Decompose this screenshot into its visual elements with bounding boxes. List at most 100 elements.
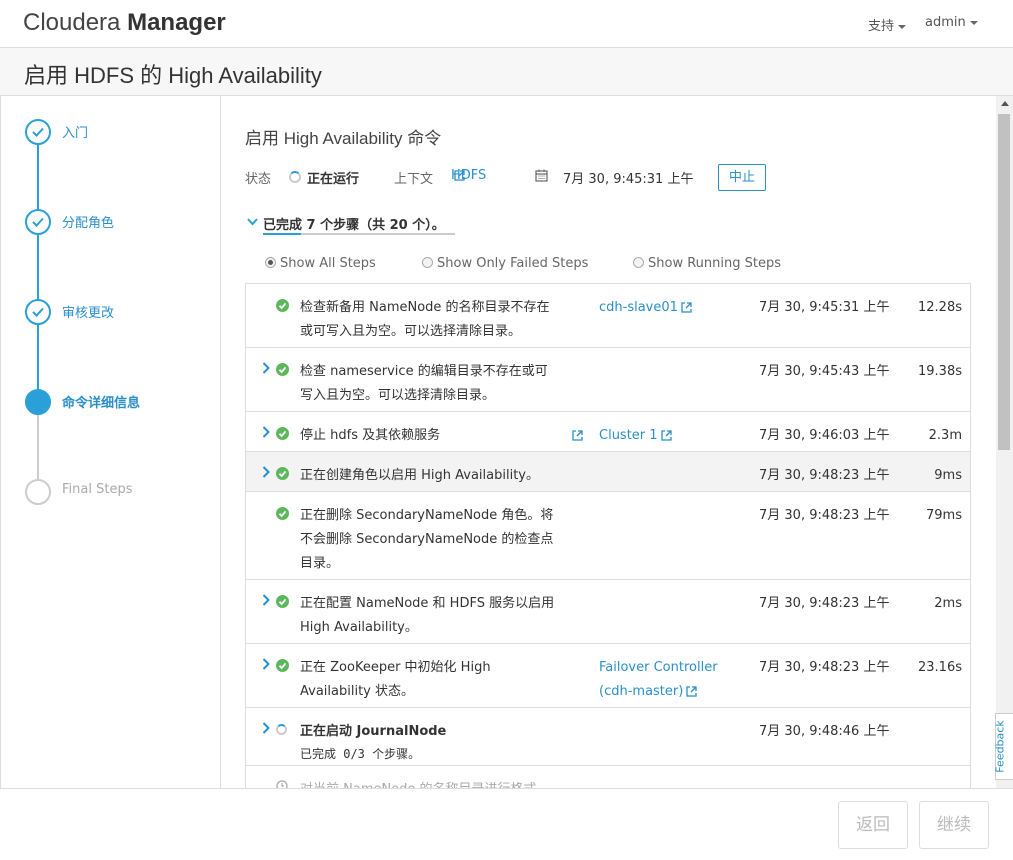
step-host: Failover Controller (cdh-master) [599, 660, 718, 699]
spinner-icon [289, 171, 301, 183]
step-description: 正在 ZooKeeper 中初始化 High Availability 状态。 [300, 660, 491, 699]
steps-table: 检查新备用 NameNode 的名称目录不存在或可写入且为空。可以选择清除目录。… [245, 283, 971, 788]
title-bar: 启用 HDFS 的 High Availability [0, 48, 1013, 96]
context-link[interactable]: HDFS [451, 168, 486, 183]
chevron-down-icon [247, 218, 258, 226]
support-menu[interactable]: 支持 [868, 15, 907, 34]
calendar-icon [535, 169, 548, 186]
filter-label: Show Only Failed Steps [437, 256, 589, 271]
chevron-down-icon [898, 24, 907, 29]
filter-all-steps[interactable]: Show All Steps [265, 256, 376, 271]
table-row[interactable]: 检查 nameservice 的编辑目录不存在或可写入且为空。可以选择清除目录。… [246, 348, 970, 412]
brand-name-light: Cloudera [23, 9, 121, 36]
step-description: 停止 hdfs 及其依赖服务 [300, 428, 441, 443]
page-title: 启用 HDFS 的 High Availability [24, 63, 322, 88]
chevron-right-icon[interactable] [262, 426, 270, 438]
brand-logo[interactable]: Cloudera Manager [23, 9, 226, 37]
step-duration: 79ms [926, 508, 962, 523]
progress-bar [263, 233, 455, 235]
table-row[interactable]: 正在启动 JournalNode 已完成 0/3 个步骤。 7月 30, 9:48:… [246, 708, 970, 766]
filter-failed-steps[interactable]: Show Only Failed Steps [422, 256, 588, 271]
wizard-step-command-details[interactable]: 命令详细信息 [62, 392, 140, 411]
step-description: 正在配置 NameNode 和 HDFS 服务以启用 High Availabi… [300, 596, 555, 635]
step-time: 7月 30, 9:48:46 上午 [759, 724, 890, 739]
scrollbar[interactable] [996, 96, 1013, 788]
success-check-icon [276, 595, 289, 608]
filter-running-steps[interactable]: Show Running Steps [633, 256, 781, 271]
scroll-up-icon[interactable] [1001, 101, 1009, 106]
main-content: 启用 High Availability 命令 状态 正在运行 上下文 HDFS… [221, 96, 996, 788]
wizard-step-intro[interactable]: 入门 [62, 122, 88, 141]
continue-button[interactable]: 继续 [919, 801, 989, 849]
user-menu[interactable]: admin [925, 15, 978, 30]
wizard-footer: 返回 继续 [0, 788, 1013, 860]
step-duration: 12.28s [918, 300, 962, 315]
table-row[interactable]: 对当前 NameNode 的名称目录进行格式 [246, 766, 970, 788]
step-time: 7月 30, 9:45:43 上午 [759, 364, 890, 379]
stop-button[interactable]: 中止 [718, 164, 766, 191]
filter-label: Show Running Steps [648, 256, 781, 271]
success-check-icon [276, 507, 289, 520]
wizard-progress-line [37, 144, 39, 402]
command-timestamp: 7月 30, 9:45:31 上午 [563, 172, 694, 187]
step-description: 正在创建角色以启用 High Availability。 [300, 468, 540, 483]
status-value: 正在运行 [307, 172, 360, 187]
feedback-tab[interactable]: Feedback [993, 713, 1013, 780]
table-row[interactable]: 正在删除 SecondaryNameNode 角色。将不会删除 Secondar… [246, 492, 970, 580]
step-time: 7月 30, 9:48:23 上午 [759, 508, 890, 523]
chevron-down-icon [969, 20, 978, 25]
chevron-right-icon[interactable] [262, 362, 270, 374]
step-duration: 2.3m [928, 428, 962, 443]
step-host-link[interactable]: cdh-slave01 [599, 296, 749, 320]
scrollbar-thumb[interactable] [998, 114, 1010, 450]
step-active-icon [25, 389, 51, 415]
radio-icon[interactable] [633, 257, 644, 268]
user-label: admin [925, 15, 966, 30]
chevron-right-icon[interactable] [262, 722, 270, 734]
step-description: 正在启动 JournalNode [300, 724, 447, 739]
table-row[interactable]: 停止 hdfs 及其依赖服务 Cluster 1 7月 30, 9:46:03 上午… [246, 412, 970, 452]
progress-fill [263, 233, 302, 235]
success-check-icon [276, 467, 289, 480]
chevron-right-icon[interactable] [262, 658, 270, 670]
command-title: 启用 High Availability 命令 [245, 129, 442, 148]
wizard-step-assign-roles[interactable]: 分配角色 [62, 212, 114, 231]
filter-label: Show All Steps [280, 256, 376, 271]
step-check-icon [25, 209, 51, 235]
success-check-icon [276, 659, 289, 672]
table-row[interactable]: 正在配置 NameNode 和 HDFS 服务以启用 High Availabi… [246, 580, 970, 644]
table-row[interactable]: 正在 ZooKeeper 中初始化 High Availability 状态。 F… [246, 644, 970, 708]
step-duration: 9ms [934, 468, 962, 483]
wizard-step-final-steps: Final Steps [62, 482, 133, 497]
external-link-icon[interactable] [686, 686, 697, 697]
step-host-link[interactable]: Failover Controller (cdh-master) [599, 656, 749, 704]
step-subtext: 已完成 0/3 个步骤。 [300, 747, 421, 761]
back-button[interactable]: 返回 [838, 801, 908, 849]
external-link-icon[interactable] [681, 302, 692, 313]
feedback-label: Feedback [993, 720, 1007, 773]
success-check-icon [276, 299, 289, 312]
step-check-icon [25, 299, 51, 325]
progress-text: 已完成 7 个步骤（共 20 个）。 [263, 218, 445, 233]
external-link-icon[interactable] [572, 430, 583, 441]
external-link-icon[interactable] [660, 430, 672, 441]
radio-icon[interactable] [265, 257, 276, 268]
table-row[interactable]: 检查新备用 NameNode 的名称目录不存在或可写入且为空。可以选择清除目录。… [246, 284, 970, 348]
step-time: 7月 30, 9:45:31 上午 [759, 300, 890, 315]
wizard-step-review-changes[interactable]: 审核更改 [62, 302, 114, 321]
step-host-link[interactable]: Cluster 1 [599, 424, 749, 448]
step-duration: 23.16s [918, 660, 962, 675]
support-label: 支持 [868, 19, 895, 34]
chevron-right-icon[interactable] [262, 594, 270, 606]
chevron-right-icon[interactable] [262, 466, 270, 478]
table-row[interactable]: 正在创建角色以启用 High Availability。 7月 30, 9:48:… [246, 452, 970, 492]
radio-icon[interactable] [422, 257, 433, 268]
top-bar: Cloudera Manager 支持 admin [0, 0, 1013, 48]
step-description: 检查 nameservice 的编辑目录不存在或可写入且为空。可以选择清除目录。 [300, 364, 548, 403]
step-description: 正在删除 SecondaryNameNode 角色。将不会删除 Secondar… [300, 508, 554, 571]
step-description: 检查新备用 NameNode 的名称目录不存在或可写入且为空。可以选择清除目录。 [300, 300, 550, 339]
wizard-sidebar: 入门 分配角色 审核更改 命令详细信息 Final Steps [0, 96, 221, 788]
step-link[interactable] [569, 424, 583, 448]
success-check-icon [276, 363, 289, 376]
step-time: 7月 30, 9:48:23 上午 [759, 660, 890, 675]
